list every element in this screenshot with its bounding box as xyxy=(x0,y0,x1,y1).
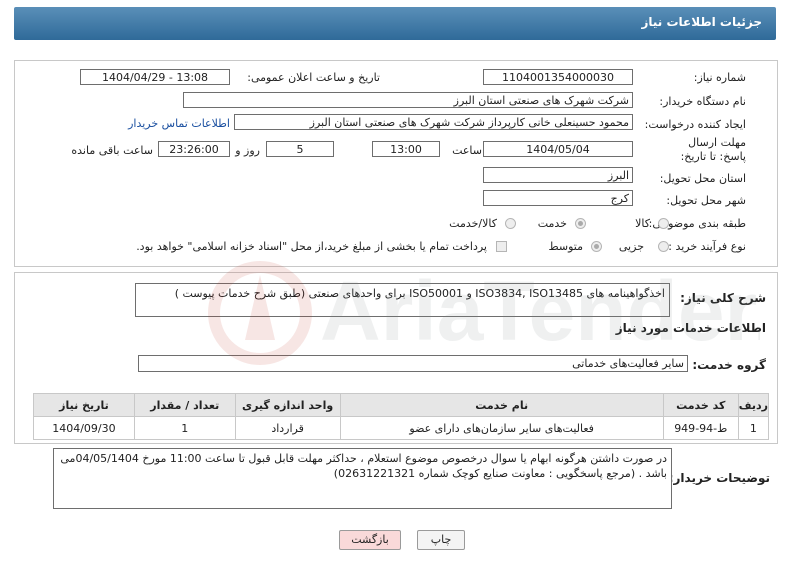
summary-label: شرح کلی نیاز: xyxy=(680,291,766,305)
requester-label: ایجاد کننده درخواست: xyxy=(644,118,746,131)
category-option-goods-service: کالا/خدمت xyxy=(449,217,497,230)
category-radio-service[interactable] xyxy=(575,218,586,229)
service-group-field: سایر فعالیت‌های خدماتی xyxy=(138,355,688,372)
summary-textarea[interactable]: اخذگواهینامه های ISO3834, ISO13485 و ISO… xyxy=(135,283,670,317)
deadline-time-label: ساعت xyxy=(452,144,482,157)
print-button[interactable]: چاپ xyxy=(417,530,465,550)
service-group-label: گروه خدمت: xyxy=(692,358,766,372)
buyer-org-field: شرکت شهرک های صنعتی استان البرز xyxy=(183,92,633,108)
remaining-time-field: 23:26:00 xyxy=(158,141,230,157)
deadline-time-field: 13:00 xyxy=(372,141,440,157)
process-radio-minor[interactable] xyxy=(658,241,669,252)
buyer-contact-link[interactable]: اطلاعات تماس خریدار xyxy=(128,117,230,130)
column-header-name: نام خدمت xyxy=(339,393,664,417)
process-option-minor: جزیی xyxy=(618,240,644,253)
category-option-goods: کالا xyxy=(635,217,650,230)
days-label: روز و xyxy=(235,144,260,157)
category-radio-goods[interactable] xyxy=(658,218,669,229)
column-header-qty: تعداد / مقدار xyxy=(133,393,236,417)
column-header-row: ردیف xyxy=(737,393,770,417)
column-header-date: تاریخ نیاز xyxy=(33,393,135,417)
deadline-date-field: 1404/05/04 xyxy=(483,141,633,157)
cell-code: ط-94-949 xyxy=(662,416,739,440)
column-header-code: کد خدمت xyxy=(662,393,739,417)
buyer-notes-textarea[interactable]: در صورت داشتن هرگونه ابهام یا سوال درخصو… xyxy=(53,448,672,509)
process-label: نوع فرآیند خرید : xyxy=(668,240,746,253)
cell-row-number: 1 xyxy=(737,416,770,440)
column-header-unit: واحد اندازه گیری xyxy=(234,393,341,417)
remaining-label: ساعت باقی مانده xyxy=(71,144,153,157)
category-option-service: خدمت xyxy=(537,217,567,230)
buyer-org-label: نام دستگاه خریدار: xyxy=(659,95,746,108)
process-radio-medium[interactable] xyxy=(591,241,602,252)
cell-name: فعالیت‌های سایر سازمان‌های دارای عضو xyxy=(339,416,664,440)
category-radio-goods-service[interactable] xyxy=(505,218,516,229)
table-header-row: تاریخ نیاز تعداد / مقدار واحد اندازه گیر… xyxy=(33,393,770,417)
cell-unit: قرارداد xyxy=(234,416,341,440)
province-field: البرز xyxy=(483,167,633,183)
requester-field: محمود حسینعلی خانی کارپرداز شرکت شهرک ها… xyxy=(234,114,633,130)
announce-datetime-field: 1404/04/29 - 13:08 xyxy=(80,69,230,85)
need-number-label: شماره نیاز: xyxy=(693,71,746,84)
cell-date: 1404/09/30 xyxy=(33,416,135,440)
treasury-payment-checkbox[interactable] xyxy=(496,241,507,252)
services-section-title: اطلاعات خدمات مورد نیاز xyxy=(615,321,766,335)
header-bar: جزئیات اطلاعات نیاز xyxy=(14,7,776,40)
province-label: استان محل تحویل: xyxy=(659,172,746,185)
city-label: شهر محل تحویل: xyxy=(666,194,746,207)
cell-qty: 1 xyxy=(133,416,236,440)
services-table: تاریخ نیاز تعداد / مقدار واحد اندازه گیر… xyxy=(33,393,770,440)
days-field: 5 xyxy=(266,141,334,157)
table-row: 1404/09/30 1 قرارداد فعالیت‌های سایر ساز… xyxy=(33,416,770,440)
announce-datetime-label: تاریخ و ساعت اعلان عمومی: xyxy=(247,71,380,84)
back-button[interactable]: بازگشت xyxy=(339,530,401,550)
page-title: جزئیات اطلاعات نیاز xyxy=(641,15,762,29)
treasury-payment-note: پرداخت تمام یا بخشی از مبلغ خرید،از محل … xyxy=(136,240,487,253)
need-number-field: 1104001354000030 xyxy=(483,69,633,85)
buyer-notes-label: توضیحات خریدار: xyxy=(668,471,770,485)
city-field: کرج xyxy=(483,190,633,206)
process-option-medium: متوسط xyxy=(548,240,583,253)
deadline-label: مهلت ارسال پاسخ: تا تاریخ: xyxy=(680,136,746,163)
